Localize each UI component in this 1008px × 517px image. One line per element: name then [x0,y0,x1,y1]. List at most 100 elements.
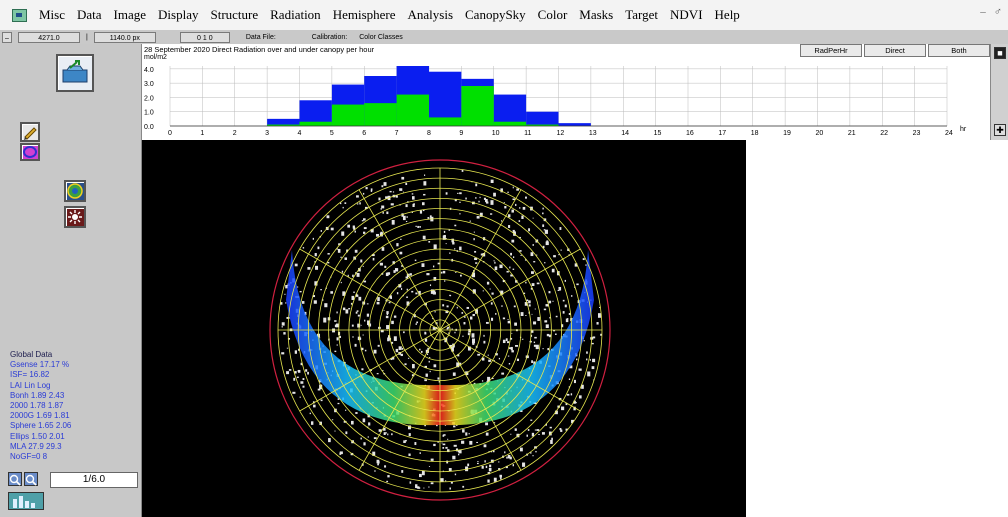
menu-hemisphere[interactable]: Hemisphere [327,7,402,23]
y-tick-label: 2.0 [144,95,154,102]
gap-speck [310,421,314,425]
menu-color[interactable]: Color [532,7,574,23]
chart-toggle-button[interactable]: ■ [994,47,1006,59]
menu-structure[interactable]: Structure [204,7,264,23]
gap-speck [528,304,531,307]
gap-speck [442,270,446,274]
gap-speck [340,256,342,258]
zoom-out-button[interactable] [24,472,38,486]
gap-speck [355,412,358,414]
gap-speck [283,332,286,335]
gap-speck [565,318,569,323]
gap-speck [392,191,395,193]
gap-speck [534,308,536,310]
gap-speck [582,258,585,261]
gap-speck [423,193,426,196]
histogram-button[interactable] [8,492,44,510]
gap-speck [393,315,397,318]
x-tick-label: 6 [362,130,366,137]
x-tick-label: 17 [718,130,726,137]
gap-speck [488,468,492,472]
circle-tool-button[interactable] [20,143,40,161]
gap-speck [461,312,464,314]
gap-speck [419,348,421,351]
gap-speck [528,300,531,304]
chart-pan-button[interactable]: ✚ [994,124,1006,136]
gap-speck [485,422,489,426]
gap-speck [405,204,408,208]
gap-speck [356,203,359,205]
gap-speck [312,237,314,240]
sun-track-button[interactable] [64,206,86,228]
gap-speck [345,431,348,435]
gap-speck [440,271,443,274]
gap-speck [475,197,477,199]
gap-speck [535,451,537,453]
hemisphere-view-button[interactable] [64,180,86,202]
gap-speck [427,217,429,219]
menu-masks[interactable]: Masks [573,7,619,23]
gap-speck [453,425,456,428]
menu-canopysky[interactable]: CanopySky [459,7,532,23]
gap-speck [416,321,419,324]
menu-analysis[interactable]: Analysis [402,7,460,23]
gap-speck [337,402,340,405]
gap-speck [384,465,387,468]
gap-speck [465,197,467,200]
x-tick-label: 3 [265,130,269,137]
hemispherical-image-view[interactable] [142,140,746,517]
gap-speck [441,442,443,444]
gap-speck [425,373,428,377]
gap-speck [377,463,379,466]
menu-display[interactable]: Display [152,7,204,23]
gap-speck [354,249,358,253]
gap-speck [509,266,511,269]
gap-speck [391,433,393,436]
gap-speck [324,303,328,308]
zoom-level-field[interactable]: 1/6.0 [50,472,138,488]
gap-speck [379,262,383,266]
menu-misc[interactable]: Misc [33,7,71,23]
restore-button[interactable]: ♂ [994,6,1002,18]
global-bonh: Bonh 1.89 2.43 [10,390,65,400]
pencil-tool-button[interactable] [20,122,40,142]
menu-radiation[interactable]: Radiation [264,7,327,23]
gap-speck [285,302,287,304]
gap-speck [468,433,470,435]
menu-image[interactable]: Image [108,7,152,23]
gap-speck [511,239,515,243]
menu-help[interactable]: Help [709,7,746,23]
gap-speck [489,288,491,290]
gap-speck [424,379,427,382]
menu-target[interactable]: Target [619,7,664,23]
gap-speck [428,486,430,488]
y-tick-label: 4.0 [144,67,154,74]
app-icon[interactable] [12,8,27,22]
gap-speck [533,261,536,263]
gap-speck [381,185,384,188]
gap-speck [366,313,370,317]
gap-speck [386,325,390,329]
x-tick-label: 20 [816,130,824,137]
gap-speck [433,265,435,268]
gap-speck [406,216,408,218]
gap-speck [449,487,451,490]
gap-speck [381,205,385,209]
gap-speck [390,297,393,299]
gap-speck [521,338,524,340]
menu-data[interactable]: Data [71,7,108,23]
gap-speck [575,402,577,404]
minimize-button[interactable]: – [980,6,986,18]
menu-ndvi[interactable]: NDVI [664,7,709,23]
gap-speck [485,465,488,469]
gap-speck [372,257,375,261]
zoom-in-button[interactable] [8,472,22,486]
bar-under-canopy [429,117,462,126]
gap-speck [314,253,317,257]
gap-speck [532,455,534,457]
global-mla: MLA 27.9 29.3 [10,441,62,451]
pencil-icon [24,127,37,140]
status-coord-x: 4271.0 [18,31,80,43]
gap-speck [548,300,552,304]
open-image-button[interactable] [56,54,94,92]
